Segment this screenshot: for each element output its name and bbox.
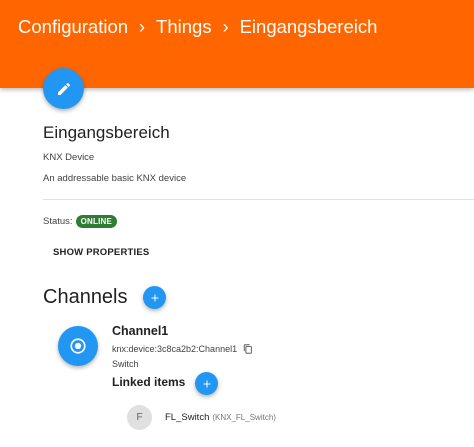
channels-heading: Channels	[43, 286, 128, 308]
plus-icon	[203, 380, 210, 387]
status-badge: ONLINE	[75, 215, 118, 228]
radio-target-icon	[70, 338, 86, 354]
add-channel-button[interactable]	[143, 286, 166, 309]
channel-icon	[58, 326, 98, 366]
add-link-button[interactable]	[195, 372, 218, 395]
channel-name: Channel1	[112, 324, 169, 338]
channel-uid: knx:device:3c8ca2b2:Channel1	[112, 344, 253, 354]
avatar: F	[127, 405, 152, 430]
linked-items-heading: Linked items	[112, 375, 186, 389]
breadcrumb-things[interactable]: Things	[156, 16, 212, 38]
breadcrumb-separator: ›	[139, 16, 146, 37]
pencil-icon	[57, 82, 70, 95]
thing-type: KNX Device	[43, 152, 95, 163]
status-row: Status: ONLINE	[43, 215, 118, 228]
thing-title: Eingangsbereich	[43, 123, 170, 142]
show-properties-button[interactable]: SHOW PROPERTIES	[53, 247, 149, 258]
linked-item[interactable]: FL_Switch (KNX_FL_Switch)	[165, 412, 276, 423]
plus-icon	[151, 294, 158, 301]
divider	[43, 199, 474, 200]
breadcrumb-current: Eingangsbereich	[239, 16, 378, 37]
breadcrumb: Configuration › Things › Eingangsbereich	[18, 16, 377, 38]
linked-item-name: FL_Switch	[165, 412, 210, 423]
channel-type: Switch	[112, 359, 139, 369]
thing-description: An addressable basic KNX device	[43, 173, 187, 184]
edit-button[interactable]	[43, 68, 84, 109]
copy-icon[interactable]	[243, 344, 253, 354]
linked-item-label: (KNX_FL_Switch)	[212, 413, 276, 422]
status-label: Status:	[43, 216, 73, 227]
channel-uid-text: knx:device:3c8ca2b2:Channel1	[112, 344, 238, 354]
breadcrumb-separator: ›	[222, 16, 229, 37]
breadcrumb-configuration[interactable]: Configuration	[18, 16, 128, 38]
